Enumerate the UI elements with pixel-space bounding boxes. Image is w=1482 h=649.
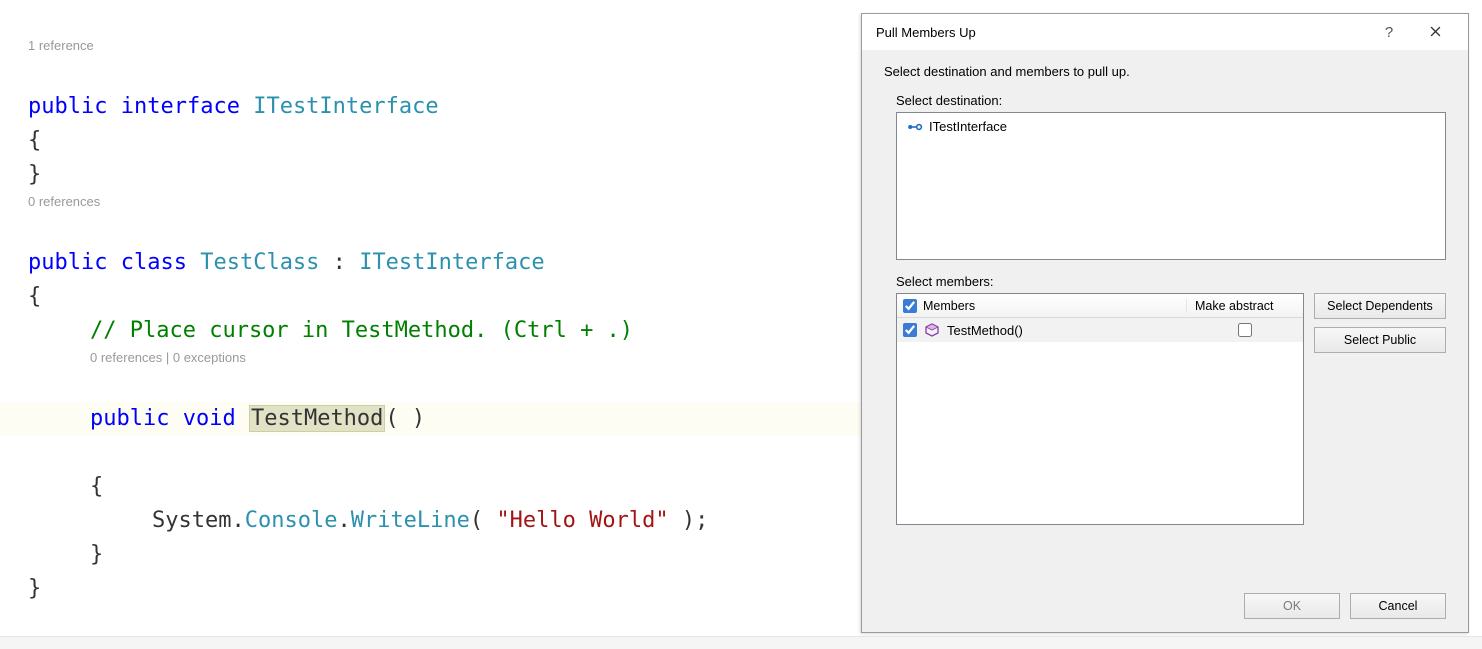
select-all-members-checkbox[interactable] — [903, 299, 917, 313]
keyword-public: public — [90, 406, 169, 431]
grid-header: Members Make abstract — [897, 294, 1303, 318]
dot: . — [337, 508, 350, 533]
editor-status-strip — [0, 636, 1482, 649]
paren-open-space: ( — [470, 508, 497, 533]
member-row-label: TestMethod() — [947, 323, 1023, 338]
codelens-interface[interactable]: 1 reference — [28, 36, 860, 56]
type-itestinterface-impl: ITestInterface — [359, 250, 544, 275]
ident-system: System — [152, 508, 231, 533]
highlighted-method-name[interactable]: TestMethod — [249, 405, 385, 432]
member-row-checkbox[interactable] — [903, 323, 917, 337]
brace-open: { — [28, 284, 41, 309]
type-console: Console — [245, 508, 338, 533]
paren-pair: ( ) — [385, 406, 425, 431]
make-abstract-checkbox[interactable] — [1238, 323, 1252, 337]
brace-close: } — [28, 162, 41, 187]
interface-icon — [907, 121, 923, 133]
keyword-public: public — [28, 94, 107, 119]
pull-members-up-dialog: Pull Members Up ? Select destination and… — [861, 13, 1469, 633]
dialog-title: Pull Members Up — [876, 25, 1366, 40]
column-abstract-label: Make abstract — [1187, 299, 1303, 313]
code-editor[interactable]: 1 reference public interface ITestInterf… — [0, 0, 860, 636]
keyword-public: public — [28, 250, 107, 275]
codelens-class[interactable]: 0 references — [28, 192, 860, 212]
ok-button[interactable]: OK — [1244, 593, 1340, 619]
codelens-method[interactable]: 0 references | 0 exceptions — [28, 348, 860, 368]
destination-item[interactable]: ITestInterface — [903, 117, 1439, 136]
type-colon: : — [319, 250, 359, 275]
string-literal: "Hello World" — [496, 508, 668, 533]
dialog-titlebar[interactable]: Pull Members Up ? — [862, 14, 1468, 50]
destination-item-label: ITestInterface — [929, 119, 1007, 134]
select-dependents-button[interactable]: Select Dependents — [1314, 293, 1446, 319]
destination-label: Select destination: — [896, 93, 1446, 108]
paren-close-semi: ); — [669, 508, 709, 533]
brace-open: { — [28, 128, 41, 153]
keyword-interface: interface — [121, 94, 240, 119]
type-testclass: TestClass — [200, 250, 319, 275]
method-icon — [925, 323, 939, 337]
select-public-button[interactable]: Select Public — [1314, 327, 1446, 353]
brace-open: { — [90, 474, 103, 499]
brace-close: } — [90, 542, 103, 567]
members-grid[interactable]: Members Make abstract TestMethod() — [896, 293, 1304, 525]
cancel-button[interactable]: Cancel — [1350, 593, 1446, 619]
brace-close: } — [28, 576, 41, 601]
close-icon[interactable] — [1412, 25, 1458, 40]
keyword-class: class — [121, 250, 187, 275]
destination-listbox[interactable]: ITestInterface — [896, 112, 1446, 260]
dialog-footer: OK Cancel — [862, 580, 1468, 632]
member-row[interactable]: TestMethod() — [897, 318, 1303, 342]
help-icon[interactable]: ? — [1366, 24, 1412, 41]
type-writeline: WriteLine — [351, 508, 470, 533]
comment-line: // Place cursor in TestMethod. (Ctrl + .… — [90, 318, 633, 343]
dot: . — [231, 508, 244, 533]
members-label: Select members: — [896, 274, 1446, 289]
dialog-instructions: Select destination and members to pull u… — [884, 64, 1446, 79]
keyword-void: void — [183, 406, 236, 431]
column-members-label: Members — [923, 299, 975, 313]
dialog-body: Select destination and members to pull u… — [862, 50, 1468, 580]
type-itestinterface: ITestInterface — [253, 94, 438, 119]
